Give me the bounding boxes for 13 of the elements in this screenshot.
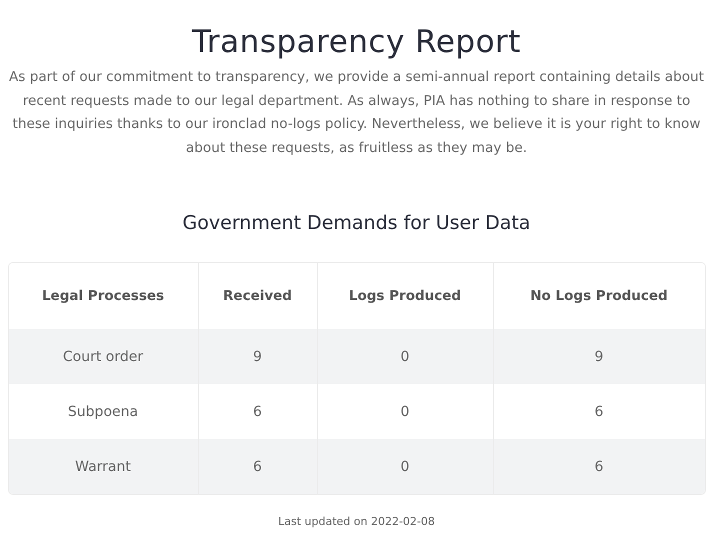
column-header: No Logs Produced bbox=[492, 263, 704, 329]
page-title: Transparency Report bbox=[192, 23, 521, 62]
last-updated-text: Last updated on 2022-02-08 bbox=[278, 515, 435, 528]
table-cell: Warrant bbox=[8, 439, 198, 494]
section-title: Government Demands for User Data bbox=[182, 211, 530, 236]
table-cell: 6 bbox=[198, 439, 316, 494]
table-cell: 9 bbox=[492, 329, 704, 384]
table-cell: 0 bbox=[316, 329, 492, 384]
table-cell: 9 bbox=[198, 329, 316, 384]
table-cell: 6 bbox=[492, 439, 704, 494]
table-cell: Court order bbox=[8, 329, 198, 384]
intro-paragraph: As part of our commitment to transparency, we provide a semi-annual report containing details about recent requests made to our legal department. As always, PIA has nothing to share in response to these inquiries thanks to our ironclad no-logs policy. Nevertheless, we believe it is your right to know about these requests, as fruitless as they may be. bbox=[8, 68, 705, 158]
table-cell: 0 bbox=[316, 439, 492, 494]
